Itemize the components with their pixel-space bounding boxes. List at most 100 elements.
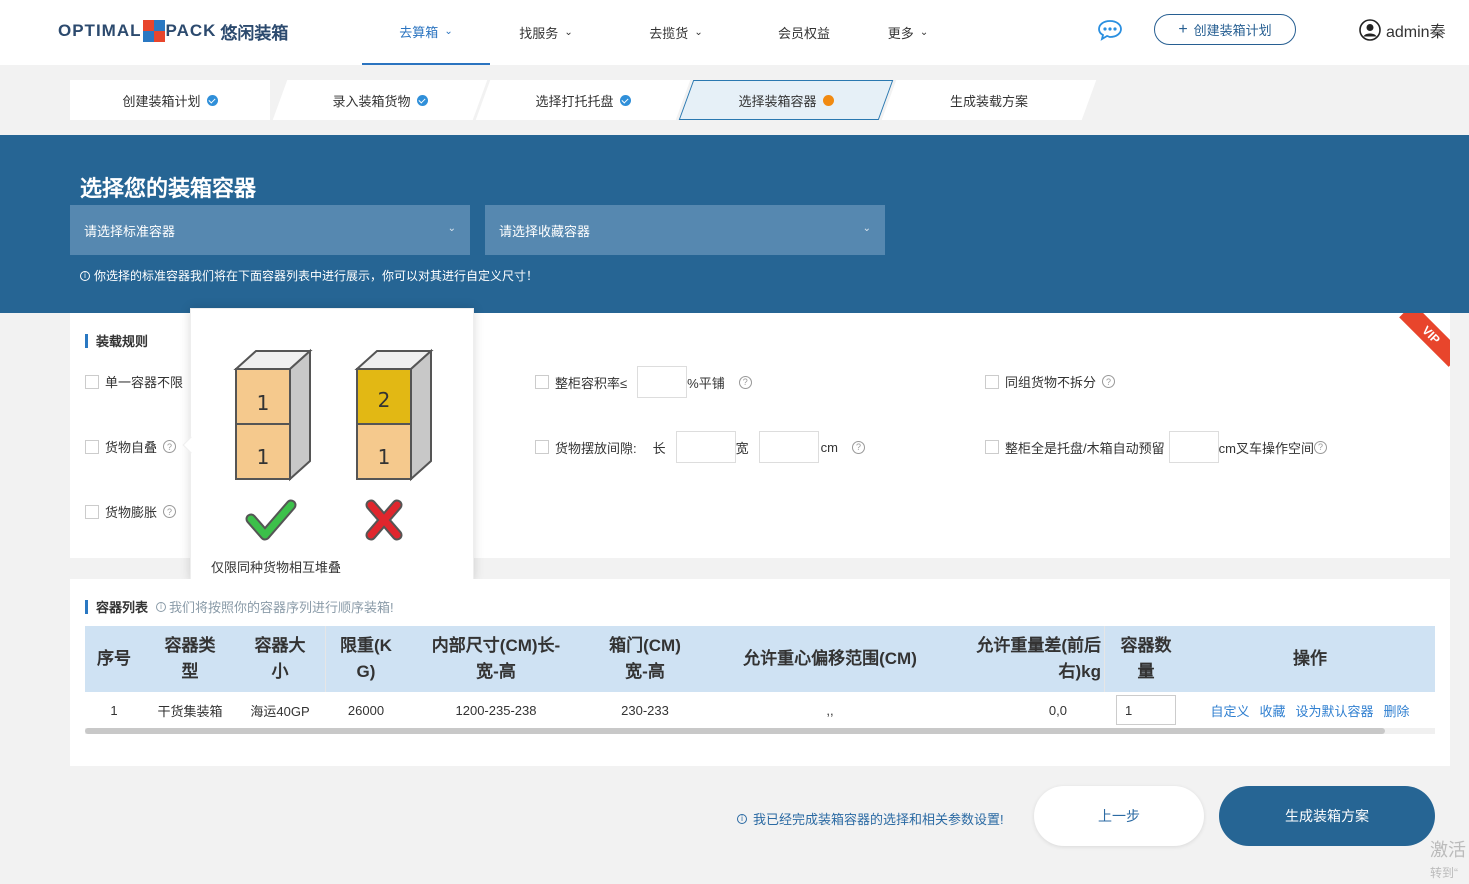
gap-width-input[interactable] [758,431,819,463]
checkbox[interactable] [535,375,549,389]
rule-label: 货物自叠 [105,440,158,455]
step-create-plan[interactable]: 创建装箱计划 [70,80,270,120]
rule-suffix: cm叉车操作空间 [1218,440,1314,456]
step-label: 录入装箱货物 [332,93,411,109]
os-watermark: 激活 [1430,840,1466,860]
standard-container-select[interactable]: 请选择标准容器 ⌄ [70,205,470,255]
container-list-panel: 容器列表 i 我们将按照你的容器序列进行顺序装箱! 序号 容器类 型 容器大 小… [70,579,1450,766]
help-icon[interactable]: ? [1313,440,1327,454]
nav-label: 会员权益 [777,26,830,41]
stack-label: 2 [378,388,391,412]
rule-pallet-reserve[interactable]: 整柜全是托盘/木箱自动预留 cm叉车操作空间 ? [985,431,1327,463]
vip-badge: VIP [1399,313,1450,367]
rule-label: 单一容器不限 [105,375,184,390]
step-label: 生成装载方案 [949,93,1028,109]
create-plan-label: 创建装箱计划 [1193,23,1272,38]
help-icon[interactable]: ? [163,505,177,518]
column-header: 操作 [1293,649,1327,668]
rule-fill-rate[interactable]: 整柜容积率≤ %平铺 ? [535,366,752,398]
help-icon[interactable]: ? [163,440,177,453]
container-list-tip-text: 我们将按照你的容器序列进行顺序装箱! [169,600,394,615]
create-plan-button[interactable]: + 创建装箱计划 [1154,14,1296,45]
container-list-title: 容器列表 i 我们将按照你的容器序列进行顺序装箱! [85,597,394,616]
delete-link[interactable]: 删除 [1384,701,1410,720]
cell-door: 230-233 [621,702,669,718]
help-icon[interactable]: ? [852,440,865,454]
step-label: 选择打托托盘 [535,93,614,109]
stack-label: 1 [257,391,270,415]
gap-length-input[interactable] [675,431,736,463]
column-header: 容器类 型 [164,636,216,681]
step-select-pallet[interactable]: 选择打托托盘 [475,80,691,120]
rule-group-no-split[interactable]: 同组货物不拆分 ? [985,372,1116,391]
info-icon: i [156,601,167,612]
user-menu[interactable]: admin秦 [1359,18,1446,42]
fill-rate-input[interactable] [637,366,688,398]
rule-gap[interactable]: 货物摆放间隙: 长 宽 cm ? [535,431,865,463]
column-header: 箱门(CM) 宽-高 [609,636,681,681]
cell-max-weight: 26000 [347,702,385,718]
nav-item-membership[interactable]: 会员权益 [748,0,860,65]
stack-label: 1 [378,445,391,469]
step-enter-cargo[interactable]: 录入装箱货物 [272,80,488,120]
prev-step-button[interactable]: 上一步 [1034,786,1204,846]
page-title: 选择您的装箱容器 [80,176,257,201]
nav-item-more[interactable]: 更多 ⌄ [852,0,964,65]
scrollbar-thumb[interactable] [85,728,1385,734]
table-horizontal-scrollbar[interactable] [85,728,1435,734]
banner-tip: i 你选择的标准容器我们将在下面容器列表中进行展示，你可以对其进行自定义尺寸！ [80,267,538,284]
stack-help-popover: 1 1 2 1 仅限同种货物相互堆叠 [182,308,474,581]
app-logo[interactable]: OPTIMAL PACK 悠闲装箱 [58,16,288,46]
help-icon[interactable]: ? [1102,375,1116,388]
stack-label: 1 [257,445,270,469]
pallet-reserve-input[interactable] [1168,431,1219,463]
stacking-illustration: 1 1 2 1 [233,348,434,541]
footer-tip-text: 我已经完成装箱容器的选择和相关参数设置! [753,812,1004,827]
generate-plan-button[interactable]: 生成装箱方案 [1219,786,1435,846]
chat-icon[interactable] [1097,19,1123,41]
help-icon[interactable]: ? [738,375,752,389]
nav-item-services[interactable]: 找服务 ⌄ [490,0,602,65]
cell-size: 海运40GP [250,703,310,719]
current-step-dot-icon [822,94,834,106]
rule-self-stack[interactable]: 货物自叠 ? [85,437,177,456]
favorite-link[interactable]: 收藏 [1259,701,1285,720]
rule-label: 货物摆放间隙: [555,440,637,456]
column-header: 限重(K G) [340,636,392,681]
logo-text-optimal: OPTIMAL [58,21,142,40]
check-circle-icon [619,94,631,106]
section-bar [85,599,88,614]
nav-label: 更多 [887,26,914,41]
checkbox[interactable] [85,374,99,389]
checkbox[interactable] [535,440,549,454]
progress-steps: 创建装箱计划 录入装箱货物 选择打托托盘 选择装箱容器 生成装载方案 [70,80,1097,120]
footer-tip: i 我已经完成装箱容器的选择和相关参数设置! [737,809,1004,828]
rule-label: 整柜容积率≤ [555,375,628,391]
select-placeholder: 请选择标准容器 [84,223,176,239]
checkbox[interactable] [985,440,999,454]
favorite-container-select[interactable]: 请选择收藏容器 ⌄ [485,205,885,255]
cell-type: 干货集装箱 [157,703,223,719]
nav-item-cargo[interactable]: 去揽货 ⌄ [620,0,732,65]
check-circle-icon [416,94,428,106]
rule-expand[interactable]: 货物膨胀 ? [85,502,177,521]
quantity-input[interactable]: 1 [1116,695,1176,725]
chevron-down-icon: ⌄ [564,27,573,38]
checkbox[interactable] [985,374,999,389]
step-select-container[interactable]: 选择装箱容器 [678,80,894,120]
section-bar [85,333,88,348]
set-default-link[interactable]: 设为默认容器 [1296,701,1374,720]
rule-label: 同组货物不拆分 [1005,375,1097,390]
bad-stack-illustration: 2 1 [354,348,434,482]
checkbox[interactable] [85,504,99,519]
gap-length-label: 长 [652,440,666,456]
gap-width-label: 宽 [735,440,749,456]
customize-link[interactable]: 自定义 [1210,701,1249,720]
checkbox[interactable] [85,439,99,454]
nav-item-calc[interactable]: 去算箱 ⌄ [362,0,490,65]
rules-title: 装载规则 [85,331,148,350]
rule-single-container[interactable]: 单一容器不限 [85,372,183,391]
step-label: 创建装箱计划 [122,93,201,109]
step-generate-plan[interactable]: 生成装载方案 [881,80,1097,120]
chevron-down-icon: ⌄ [694,27,703,38]
